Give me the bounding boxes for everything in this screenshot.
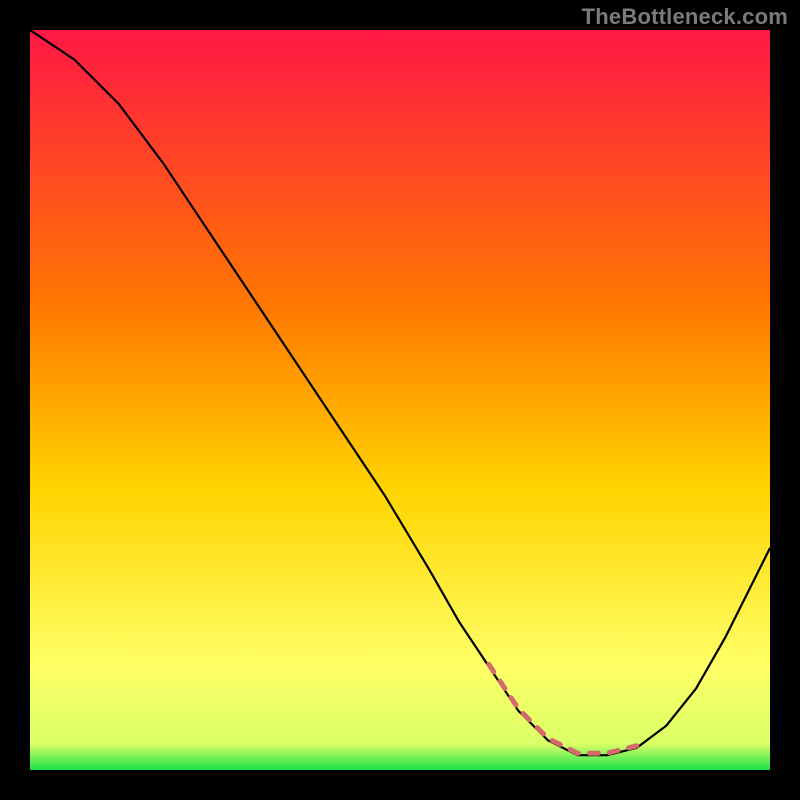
gradient-background	[30, 30, 770, 770]
plot-area	[30, 30, 770, 770]
plot-svg	[30, 30, 770, 770]
watermark-text: TheBottleneck.com	[582, 4, 788, 30]
chart-container: TheBottleneck.com	[0, 0, 800, 800]
